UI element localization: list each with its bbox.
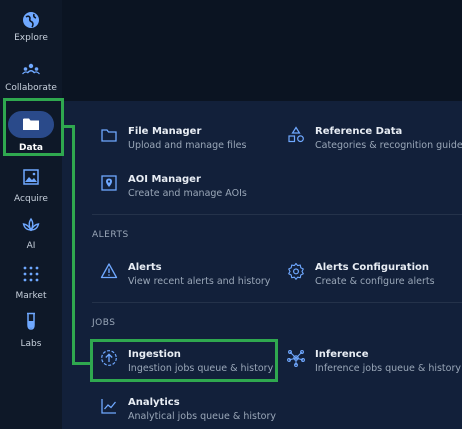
test-tube-icon	[27, 312, 35, 330]
sidebar-item-label: Explore	[14, 33, 48, 43]
connector-line	[72, 362, 92, 365]
image-icon	[23, 169, 39, 185]
sidebar-item-market[interactable]: Market	[0, 264, 62, 301]
sidebar-item-collaborate[interactable]: Collaborate	[0, 60, 62, 93]
sidebar-item-acquire[interactable]: Acquire	[0, 167, 62, 204]
sidebar-item-label: Labs	[20, 339, 42, 349]
chart-icon	[101, 399, 117, 414]
shapes-icon	[288, 126, 304, 143]
menu-item-title: Alerts Configuration	[315, 262, 429, 273]
menu-item-subtitle: Create & configure alerts	[315, 276, 435, 287]
menu-item-title: AOI Manager	[128, 174, 201, 185]
sidebar: Explore Collaborate Data Acquire AI Mark…	[0, 0, 62, 429]
menu-item-subtitle: Inference jobs queue & history	[315, 363, 461, 374]
globe-icon	[23, 12, 39, 28]
lotus-icon	[22, 217, 40, 232]
divider	[92, 214, 462, 215]
sidebar-item-labs[interactable]: Labs	[0, 311, 62, 349]
sidebar-item-explore[interactable]: Explore	[0, 10, 62, 43]
warning-icon	[100, 263, 118, 279]
section-label-jobs: JOBS	[92, 318, 116, 328]
menu-item-title: Inference	[315, 349, 369, 360]
sidebar-item-label: AI	[26, 241, 36, 251]
menu-item-title: Ingestion	[128, 349, 181, 360]
menu-item-title: Alerts	[128, 262, 162, 273]
sidebar-item-label: Acquire	[14, 194, 48, 204]
gear-icon	[288, 262, 304, 280]
menu-item-subtitle: Categories & recognition guides	[315, 140, 462, 151]
menu-item-title: Reference Data	[315, 126, 403, 137]
folder-outline-icon	[101, 129, 117, 142]
menu-item-subtitle: View recent alerts and history	[128, 276, 271, 287]
menu-item-title: Analytics	[128, 397, 180, 408]
menu-item-title: File Manager	[128, 126, 202, 137]
upload-circle-icon	[101, 350, 117, 366]
grid-dots-icon	[23, 266, 39, 282]
menu-item-subtitle: Ingestion jobs queue & history	[128, 363, 274, 374]
network-icon	[287, 350, 305, 367]
sidebar-item-label: Market	[15, 291, 47, 301]
menu-item-subtitle: Create and manage AOIs	[128, 188, 247, 199]
sidebar-item-ai[interactable]: AI	[0, 216, 62, 251]
users-icon	[22, 63, 40, 75]
top-area	[62, 0, 462, 101]
divider	[92, 302, 462, 303]
sidebar-item-data[interactable]: Data	[0, 108, 62, 153]
sidebar-item-label: Data	[19, 143, 43, 153]
menu-item-subtitle: Analytical jobs queue & history	[128, 411, 277, 422]
folder-icon	[23, 118, 39, 130]
sidebar-item-label: Collaborate	[5, 83, 57, 93]
map-pin-icon	[101, 175, 117, 191]
section-label-alerts: ALERTS	[92, 230, 129, 240]
menu-item-subtitle: Upload and manage files	[128, 140, 247, 151]
connector-line	[72, 125, 75, 365]
